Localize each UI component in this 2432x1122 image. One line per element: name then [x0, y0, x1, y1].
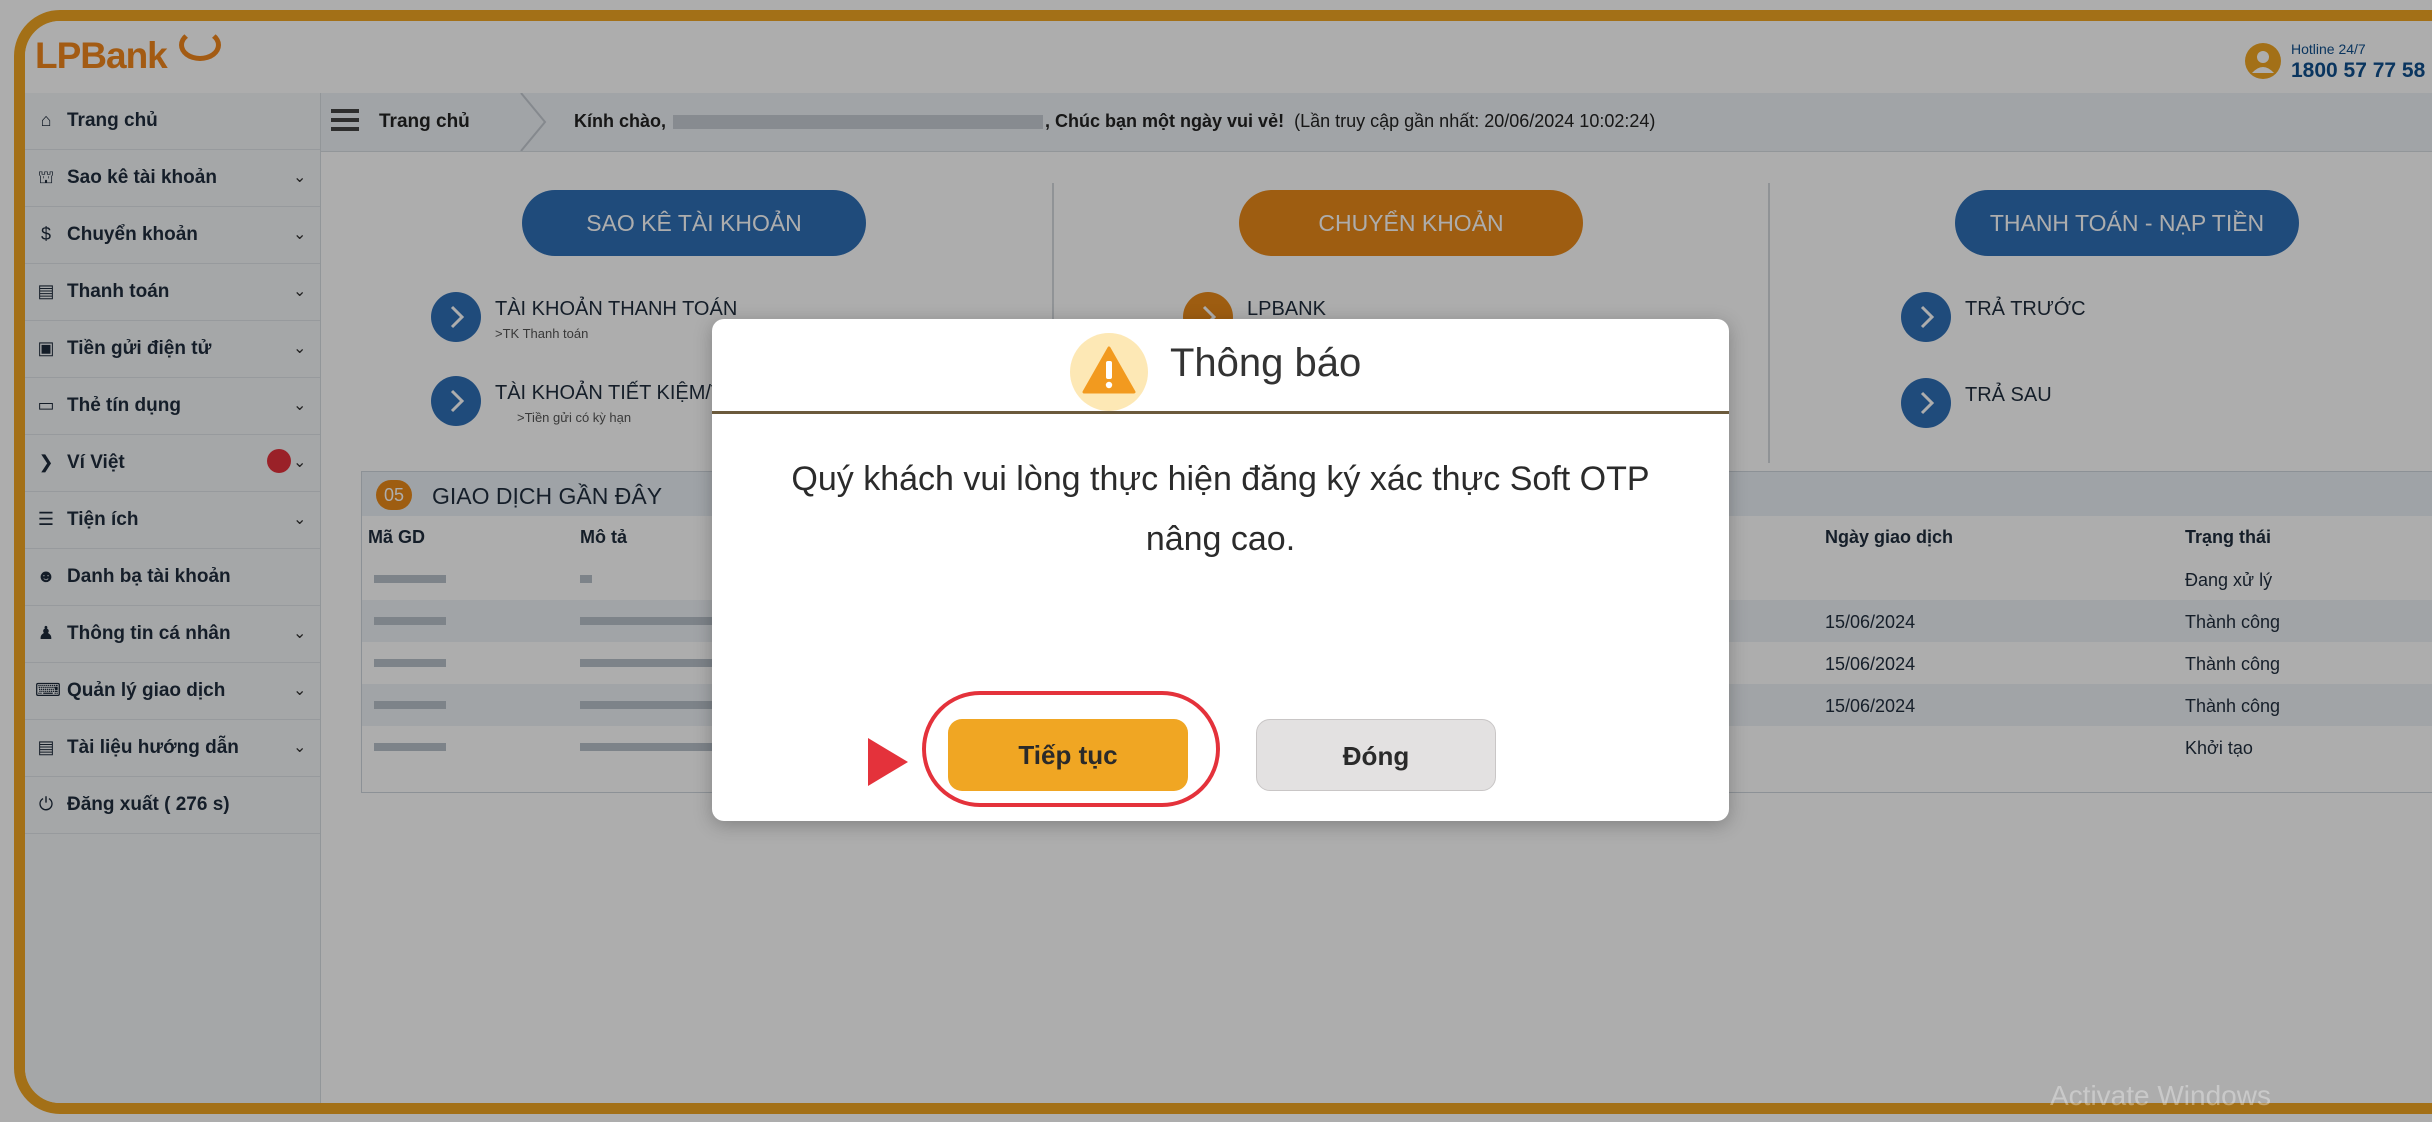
windows-activation-watermark: Activate Windows: [2050, 1080, 2271, 1111]
warning-icon: [1070, 333, 1148, 411]
dialog-message: Quý khách vui lòng thực hiện đăng ký xác…: [791, 460, 1650, 558]
screenshot-stage: LPBank Hotline 24/7 1800 57 77 58 ⌂ Tran…: [0, 0, 2432, 1122]
continue-highlight-ring: [922, 691, 1220, 807]
pointer-arrow-icon: [868, 738, 908, 786]
close-button[interactable]: Đóng: [1256, 719, 1496, 791]
outer-background: LPBank Hotline 24/7 1800 57 77 58 ⌂ Tran…: [0, 0, 2432, 1122]
dialog-header: Thông báo: [712, 319, 1729, 414]
dialog-title: Thông báo: [1170, 341, 1362, 385]
notification-dialog: Thông báo Quý khách vui lòng thực hiện đ…: [712, 319, 1729, 821]
